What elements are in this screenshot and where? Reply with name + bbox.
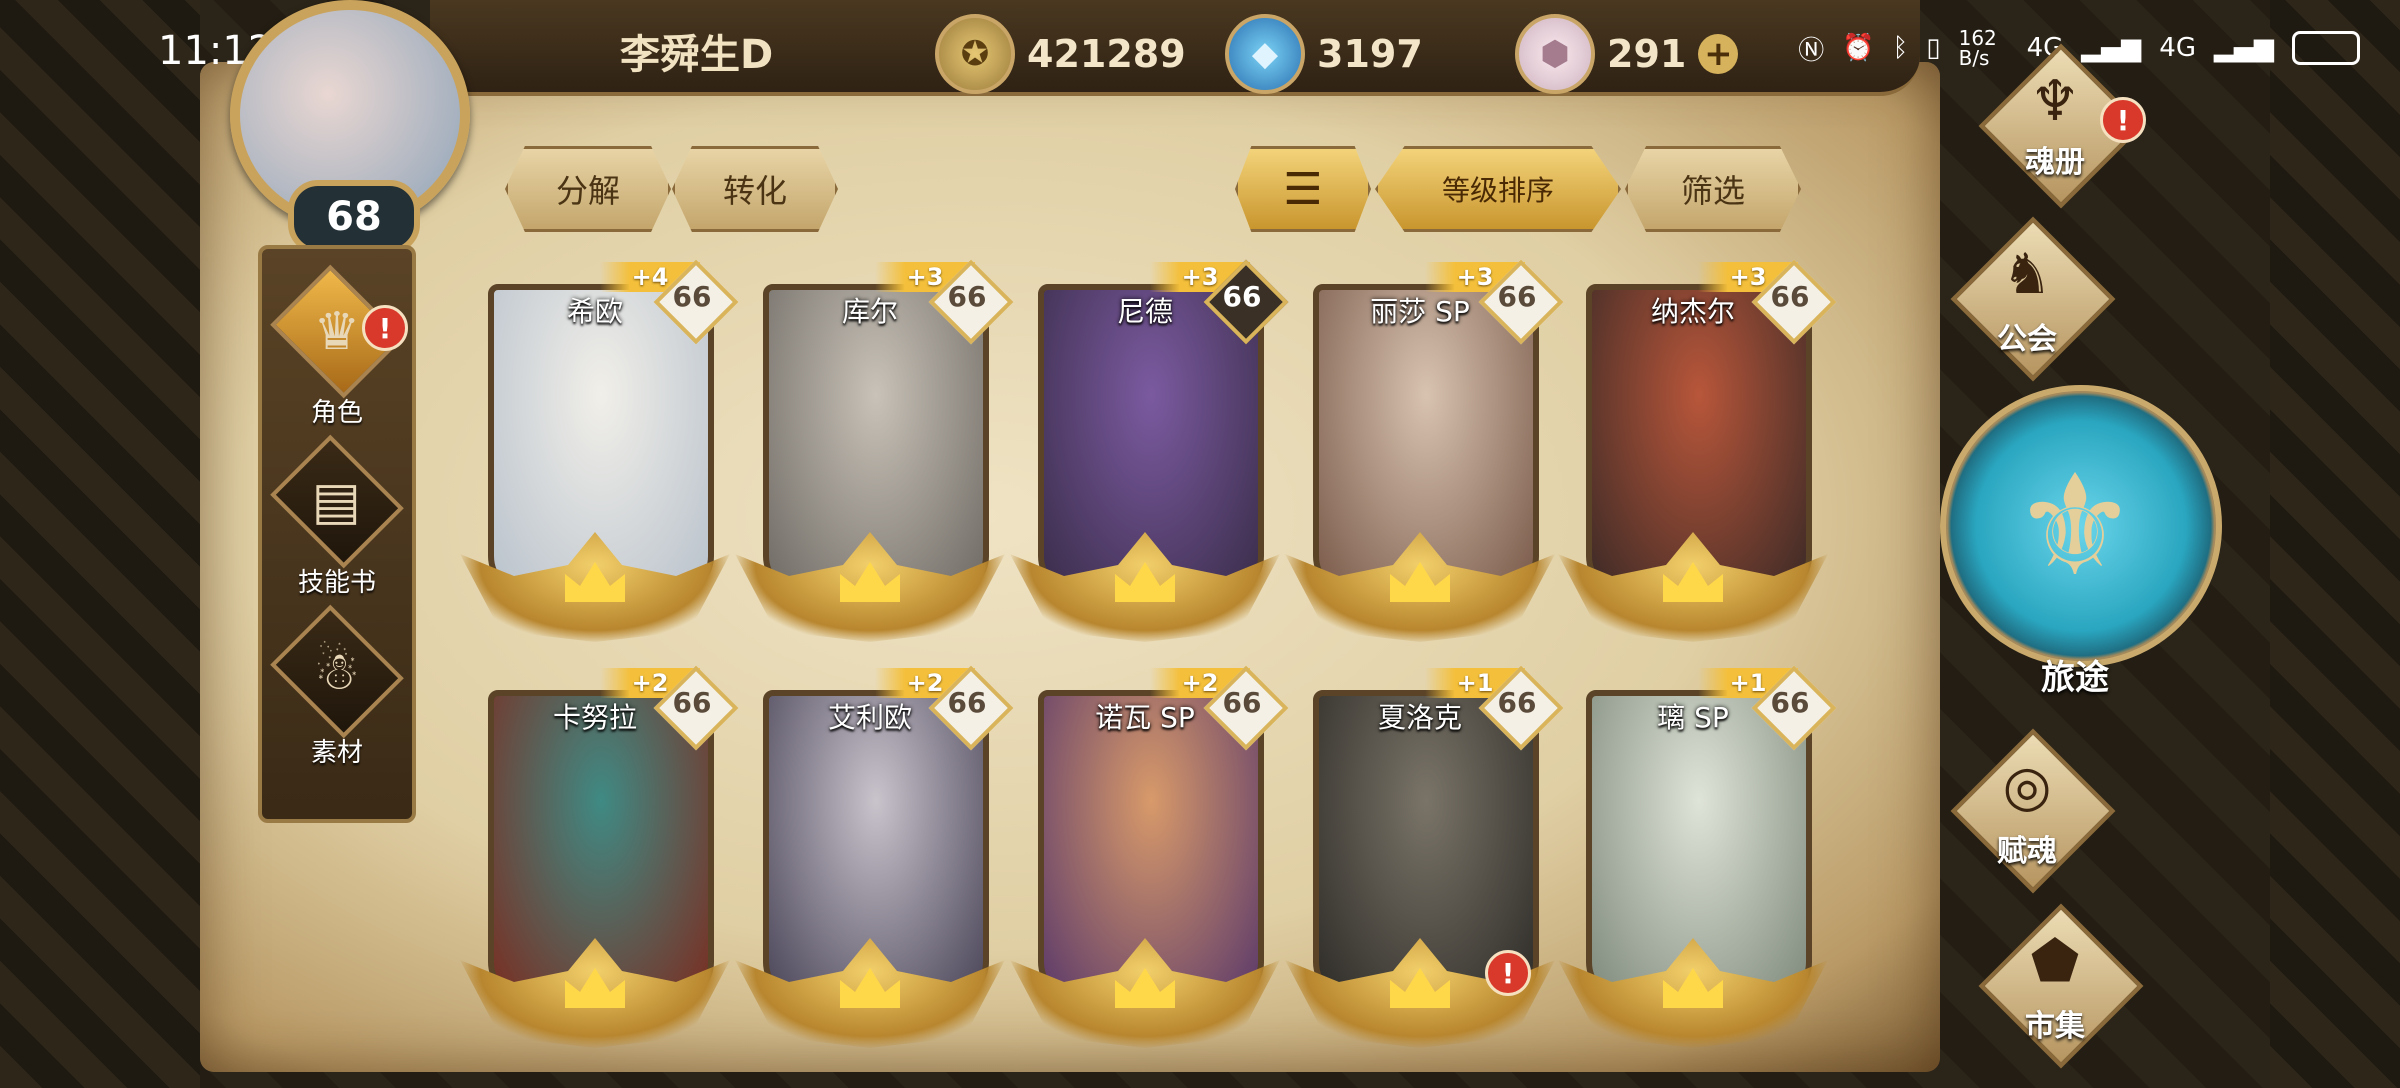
left-sidebar: ♛ 角色 ! ▤ 技能书 ☃ 素材: [258, 245, 416, 823]
character-name: 夏洛克: [1377, 701, 1462, 734]
currency-gold[interactable]: ✪ 421289: [935, 14, 1186, 94]
nav-label: 赋魂: [1997, 834, 2057, 869]
character-card[interactable]: 卡努拉 +2 66: [460, 665, 739, 1053]
blue-crystal-icon: ◆: [1225, 14, 1305, 94]
character-name: 艾利欧: [827, 701, 912, 734]
character-icon: ♛: [313, 301, 361, 362]
right-border-pattern: [2270, 0, 2400, 1088]
nav-endow-soul[interactable]: ◎ 赋魂: [1922, 728, 2132, 894]
character-name: 库尔: [841, 295, 898, 328]
signal-2: 4G: [2159, 33, 2196, 63]
gold-value: 421289: [1027, 32, 1186, 76]
vibrate-icon: ▯: [1926, 33, 1941, 63]
character-name: 尼德: [1116, 295, 1173, 328]
player-avatar[interactable]: 68: [218, 0, 478, 254]
crystal-value: 3197: [1317, 32, 1423, 76]
market-icon: ⬟: [2030, 929, 2080, 994]
journey-emblem-icon: ⚜: [2012, 445, 2138, 608]
alert-badge: !: [2100, 97, 2146, 143]
sidebar-label: 角色: [310, 398, 363, 428]
nfc-icon: Ⓝ: [1798, 35, 1825, 66]
sort-icon: ☰: [1283, 163, 1323, 215]
character-card[interactable]: 诺瓦 SP +2 66: [1010, 665, 1289, 1053]
character-name: 璃 SP: [1657, 701, 1729, 734]
sort-by-level-button[interactable]: 等级排序: [1375, 146, 1621, 232]
journey-button[interactable]: ⚜ 旅途: [1935, 385, 2222, 705]
character-card[interactable]: 库尔 +3 66: [735, 259, 1014, 647]
character-name: 纳杰尔: [1650, 295, 1735, 328]
sidebar-item-character[interactable]: ♛ 角色 !: [262, 264, 412, 429]
gold-coin-icon: ✪: [935, 14, 1015, 94]
character-card[interactable]: 夏洛克 +1 66!: [1285, 665, 1564, 1053]
endow-soul-icon: ◎: [2002, 754, 2052, 819]
convert-button[interactable]: 转化: [672, 146, 838, 232]
player-name: 李舜生D: [620, 32, 774, 78]
character-card[interactable]: 丽莎 SP +3 66: [1285, 259, 1564, 647]
gem-icon: ⬢: [1515, 14, 1595, 94]
character-card[interactable]: 希欧 +4 66: [460, 259, 739, 647]
sort-order-button[interactable]: ☰: [1235, 146, 1371, 232]
add-gem-button[interactable]: +: [1698, 34, 1739, 74]
nav-label: 魂册: [2025, 145, 2085, 180]
journey-label: 旅途: [2041, 658, 2109, 698]
material-icon: ☃: [313, 641, 361, 702]
character-card[interactable]: 纳杰尔 +3 66: [1558, 259, 1837, 647]
alert-badge: !: [362, 305, 408, 351]
left-border-pattern: [0, 0, 200, 1088]
guild-icon: ♞: [2001, 242, 2053, 307]
nav-market[interactable]: ⬟ 市集: [1950, 903, 2160, 1069]
nav-guild[interactable]: ♞ 公会: [1922, 216, 2132, 382]
currency-gem[interactable]: ⬢ 291 +: [1515, 14, 1739, 94]
character-name: 丽莎 SP: [1370, 295, 1470, 328]
battery-icon: [2292, 31, 2360, 65]
gem-value: 291: [1607, 32, 1687, 76]
signal-bars-icon: ▂▄▆: [2214, 33, 2274, 63]
character-card[interactable]: 尼德 +3 66: [1010, 259, 1289, 647]
alarm-icon: ⏰: [1842, 33, 1875, 63]
currency-crystal[interactable]: ◆ 3197: [1225, 14, 1423, 94]
bluetooth-icon: ᛒ: [1892, 33, 1909, 63]
nav-label: 市集: [2025, 1009, 2085, 1044]
character-name: 卡努拉: [552, 701, 637, 734]
sidebar-item-material[interactable]: ☃ 素材: [262, 604, 412, 769]
nav-soul-book[interactable]: ♆ 魂册 !: [1950, 43, 2160, 209]
filter-button[interactable]: 筛选: [1625, 146, 1801, 232]
decompose-button[interactable]: 分解: [505, 146, 671, 232]
character-name: 希欧: [566, 295, 623, 328]
sidebar-label: 素材: [310, 738, 363, 768]
nav-label: 公会: [1997, 322, 2057, 357]
player-level: 68: [288, 180, 420, 254]
skill-book-icon: ▤: [312, 471, 362, 532]
sidebar-label: 技能书: [297, 568, 376, 598]
sidebar-item-skill-book[interactable]: ▤ 技能书: [262, 434, 412, 599]
character-name: 诺瓦 SP: [1095, 701, 1195, 734]
alert-badge: !: [1485, 950, 1531, 996]
character-card[interactable]: 璃 SP +1 66: [1558, 665, 1837, 1053]
character-card[interactable]: 艾利欧 +2 66: [735, 665, 1014, 1053]
